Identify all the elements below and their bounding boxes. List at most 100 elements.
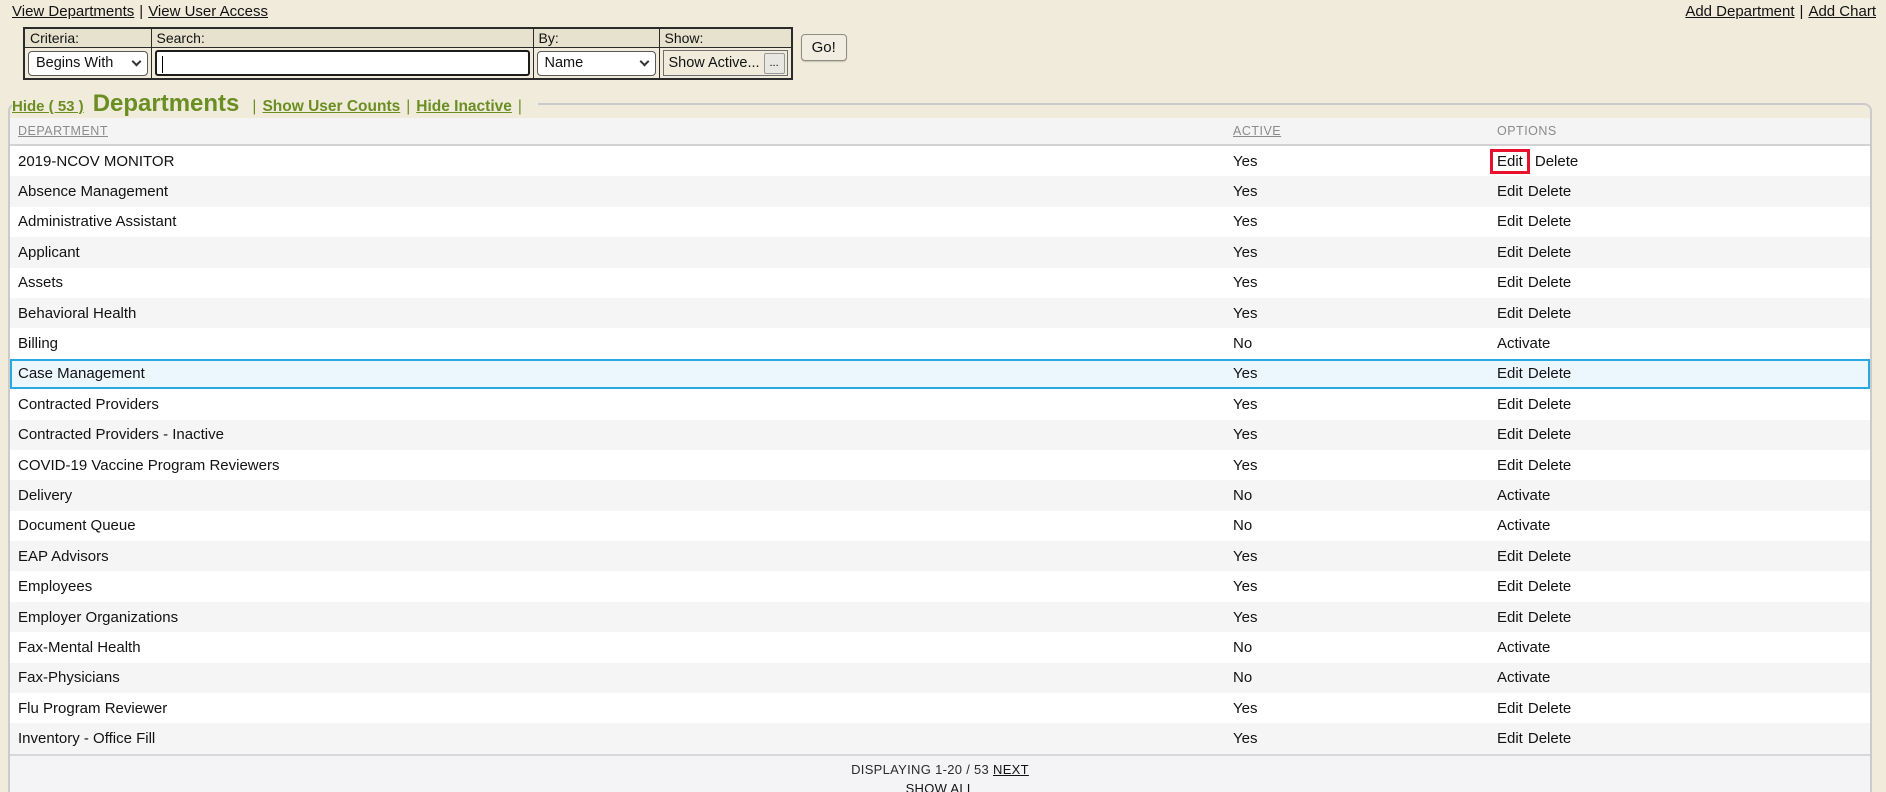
active-cell: Yes [1233,548,1497,565]
separator: | [518,98,522,116]
delete-link[interactable]: Delete [1528,578,1571,595]
table-row[interactable]: Employer Organizations Yes EditDelete [10,602,1870,632]
table-row[interactable]: Fax-Physicians No Activate [10,663,1870,693]
top-nav-right: Add Department|Add Chart [1685,3,1876,21]
edit-link[interactable]: Edit [1497,730,1523,747]
show-all-link[interactable]: SHOW ALL [906,781,975,792]
delete-link[interactable]: Delete [1528,730,1571,747]
table-row[interactable]: Behavioral Health Yes EditDelete [10,298,1870,328]
by-select[interactable]: Name [537,51,656,76]
edit-link[interactable]: Edit [1497,548,1523,565]
edit-link[interactable]: Edit [1497,183,1523,200]
table-row[interactable]: Absence Management Yes EditDelete [10,176,1870,206]
delete-link[interactable]: Delete [1528,274,1571,291]
options-cell: EditDelete [1497,149,1870,174]
delete-link[interactable]: Delete [1528,305,1571,322]
options-cell: Edit Delete [1497,609,1870,626]
search-panel: Criteria: Search: By: Show: Begins With … [23,27,1886,80]
show-filter-more-button[interactable]: ... [764,53,785,74]
options-cell: Edit Delete [1497,244,1870,261]
options-cell: Edit Delete [1497,426,1870,443]
department-cell: Billing [10,335,1233,352]
table-row[interactable]: Document Queue No Activate [10,511,1870,541]
edit-link[interactable]: Edit [1490,149,1530,174]
edit-link[interactable]: Edit [1497,365,1523,382]
table-row[interactable]: Fax-Mental Health No Activate [10,632,1870,662]
delete-link[interactable]: Delete [1528,700,1571,717]
department-cell: COVID-19 Vaccine Program Reviewers [10,457,1233,474]
active-cell: Yes [1233,700,1497,717]
department-cell: Contracted Providers - Inactive [10,426,1233,443]
show-user-counts-link[interactable]: Show User Counts [262,98,400,116]
options-cell: Activate [1497,335,1870,352]
table-row[interactable]: 2019-NCOV MONITOR Yes EditDelete [10,146,1870,176]
activate-link[interactable]: Activate [1497,639,1550,656]
text-caret [162,56,164,73]
edit-link[interactable]: Edit [1497,396,1523,413]
table-row[interactable]: EAP Advisors Yes EditDelete [10,541,1870,571]
hide-count-link[interactable]: Hide ( 53 ) [12,98,84,115]
active-sort-link[interactable]: ACTIVE [1233,124,1281,138]
go-button[interactable]: Go! [801,34,847,61]
table-row[interactable]: Case Management Yes EditDelete [10,359,1870,389]
delete-link[interactable]: Delete [1528,548,1571,565]
options-header-label: OPTIONS [1497,124,1557,138]
department-cell: Inventory - Office Fill [10,730,1233,747]
edit-link[interactable]: Edit [1497,578,1523,595]
view-user-access-link[interactable]: View User Access [148,3,268,20]
edit-link[interactable]: Edit [1497,700,1523,717]
criteria-select-value: Begins With [36,55,113,71]
edit-link[interactable]: Edit [1497,609,1523,626]
options-cell: Edit Delete [1497,213,1870,230]
table-row[interactable]: Billing No Activate [10,328,1870,358]
activate-link[interactable]: Activate [1497,669,1550,686]
pagination-footer: DISPLAYING 1-20 / 53 NEXT SHOW ALL [10,754,1870,792]
table-row[interactable]: Assets Yes EditDelete [10,268,1870,298]
edit-link[interactable]: Edit [1497,213,1523,230]
view-departments-link[interactable]: View Departments [12,3,134,20]
department-cell: Fax-Physicians [10,669,1233,686]
show-filter[interactable]: Show Active... ... [663,50,788,76]
edit-link[interactable]: Edit [1497,426,1523,443]
delete-link[interactable]: Delete [1528,213,1571,230]
delete-link[interactable]: Delete [1535,153,1578,170]
table-row[interactable]: Administrative Assistant Yes EditDelete [10,207,1870,237]
activate-link[interactable]: Activate [1497,487,1550,504]
table-row[interactable]: Contracted Providers - Inactive Yes Edit… [10,420,1870,450]
activate-link[interactable]: Activate [1497,335,1550,352]
table-row[interactable]: Inventory - Office Fill Yes EditDelete [10,723,1870,753]
active-cell: Yes [1233,244,1497,261]
delete-link[interactable]: Delete [1528,365,1571,382]
delete-link[interactable]: Delete [1528,244,1571,261]
table-row[interactable]: Employees Yes EditDelete [10,571,1870,601]
options-cell: Activate [1497,669,1870,686]
delete-link[interactable]: Delete [1528,426,1571,443]
criteria-select[interactable]: Begins With [28,51,148,76]
edit-link[interactable]: Edit [1497,305,1523,322]
options-cell: Edit Delete [1497,183,1870,200]
active-cell: Yes [1233,396,1497,413]
next-link[interactable]: NEXT [993,762,1029,777]
search-input[interactable] [155,50,530,76]
add-chart-link[interactable]: Add Chart [1808,3,1876,20]
delete-link[interactable]: Delete [1528,396,1571,413]
delete-link[interactable]: Delete [1528,457,1571,474]
add-department-link[interactable]: Add Department [1685,3,1794,20]
table-row[interactable]: COVID-19 Vaccine Program Reviewers Yes E… [10,450,1870,480]
delete-link[interactable]: Delete [1528,609,1571,626]
active-cell: No [1233,517,1497,534]
table-row[interactable]: Contracted Providers Yes EditDelete [10,389,1870,419]
chevron-down-icon [131,56,141,66]
table-row[interactable]: Applicant Yes EditDelete [10,237,1870,267]
delete-link[interactable]: Delete [1528,183,1571,200]
edit-link[interactable]: Edit [1497,274,1523,291]
department-sort-link[interactable]: DEPARTMENT [18,124,108,138]
active-cell: Yes [1233,213,1497,230]
hide-inactive-link[interactable]: Hide Inactive [416,98,512,116]
table-row[interactable]: Flu Program Reviewer Yes EditDelete [10,693,1870,723]
activate-link[interactable]: Activate [1497,517,1550,534]
criteria-label: Criteria: [24,28,151,48]
edit-link[interactable]: Edit [1497,244,1523,261]
table-row[interactable]: Delivery No Activate [10,480,1870,510]
edit-link[interactable]: Edit [1497,457,1523,474]
